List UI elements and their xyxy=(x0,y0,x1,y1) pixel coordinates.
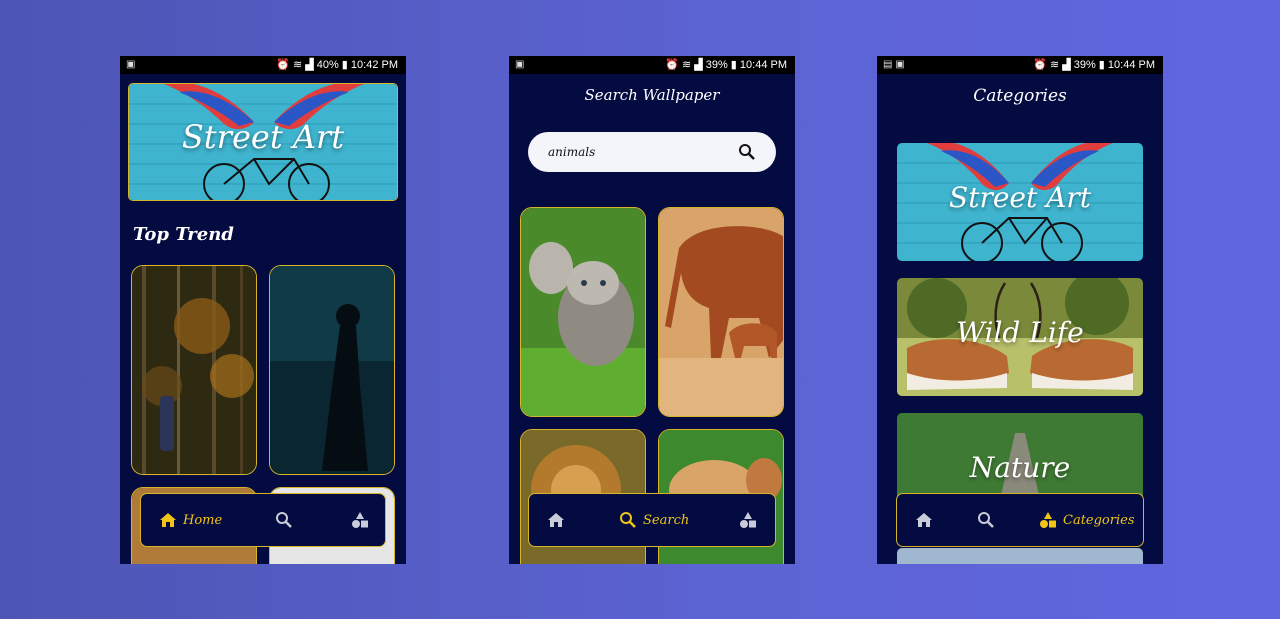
alarm-icon: ⏰ xyxy=(665,59,682,71)
signal-icon: ▟ xyxy=(1062,59,1074,71)
category-card-partial[interactable] xyxy=(897,548,1143,564)
category-card-wild-life[interactable]: Wild Life xyxy=(897,278,1143,396)
wallpaper-thumbnail-forest[interactable] xyxy=(131,265,257,475)
kittens-image xyxy=(521,208,645,416)
status-indicators: ⏰ ≋ ▟ 40% ▮ 10:42 PM xyxy=(276,56,398,74)
sim-icon: ▣ xyxy=(515,59,525,70)
search-icon xyxy=(978,512,994,528)
alarm-icon: ⏰ xyxy=(1033,59,1050,71)
search-icon[interactable] xyxy=(738,143,756,161)
nav-home[interactable] xyxy=(547,508,565,532)
nav-categories[interactable] xyxy=(739,508,757,532)
phone-categories-screen: ▤ ▣ ⏰ ≋ ▟ 39% ▮ 10:44 PM Categories Stre… xyxy=(877,56,1163,564)
bottom-nav-bar: Search xyxy=(528,493,776,547)
alarm-icon: ⏰ xyxy=(276,59,293,71)
categories-icon xyxy=(352,512,368,528)
status-indicators: ⏰ ≋ ▟ 39% ▮ 10:44 PM xyxy=(1033,56,1155,74)
sim-icon: ▣ xyxy=(126,59,136,70)
categories-icon xyxy=(1040,512,1056,528)
search-icon xyxy=(620,512,636,528)
home-icon xyxy=(916,513,932,527)
nav-home[interactable] xyxy=(915,508,933,532)
home-icon xyxy=(160,513,176,527)
nav-search[interactable] xyxy=(275,508,293,532)
nav-search-label: Search xyxy=(643,512,690,528)
image-notification-icon: ▤ ▣ xyxy=(883,59,905,70)
wallpaper-thumbnail-kittens[interactable] xyxy=(520,207,646,417)
nav-home-label: Home xyxy=(183,512,223,528)
wifi-icon: ≋ xyxy=(292,59,306,71)
bottom-nav-bar: Home xyxy=(140,493,386,547)
home-icon xyxy=(548,513,564,527)
wallpaper-thumbnail-silhouette[interactable] xyxy=(269,265,395,475)
search-input[interactable]: animals xyxy=(528,132,776,172)
page-title: Search Wallpaper xyxy=(584,86,720,104)
forest-image xyxy=(132,266,256,474)
nav-categories-label: Categories xyxy=(1063,512,1135,528)
categories-icon xyxy=(740,512,756,528)
silhouette-image xyxy=(270,266,394,474)
status-text: 39% ▮ 10:44 PM xyxy=(705,59,787,71)
category-label: Street Art xyxy=(949,181,1091,214)
status-text: 39% ▮ 10:44 PM xyxy=(1073,59,1155,71)
section-title: Top Trend xyxy=(133,224,234,245)
category-label: Nature xyxy=(969,451,1071,484)
nav-search[interactable] xyxy=(977,508,995,532)
status-bar: ▣ ⏰ ≋ ▟ 40% ▮ 10:42 PM xyxy=(120,56,406,74)
search-input-value: animals xyxy=(548,145,596,159)
status-bar: ▣ ⏰ ≋ ▟ 39% ▮ 10:44 PM xyxy=(509,56,795,74)
phone-search-screen: ▣ ⏰ ≋ ▟ 39% ▮ 10:44 PM Search Wallpaper … xyxy=(509,56,795,564)
nav-categories[interactable]: Categories xyxy=(1039,508,1135,532)
nav-search[interactable]: Search xyxy=(619,508,689,532)
street-art-banner[interactable]: Street Art xyxy=(128,83,398,201)
phone-home-screen: ▣ ⏰ ≋ ▟ 40% ▮ 10:42 PM Street Art Top Tr… xyxy=(120,56,406,564)
nav-categories[interactable] xyxy=(351,508,369,532)
category-image xyxy=(897,548,1143,564)
page-title: Categories xyxy=(973,86,1067,106)
wifi-icon: ≋ xyxy=(1049,59,1063,71)
category-label: Wild Life xyxy=(956,316,1084,349)
search-icon xyxy=(276,512,292,528)
wifi-icon: ≋ xyxy=(681,59,695,71)
banner-label: Street Art xyxy=(181,118,345,156)
status-text: 40% ▮ 10:42 PM xyxy=(316,59,398,71)
wallpaper-thumbnail-elephants[interactable] xyxy=(658,207,784,417)
nav-home[interactable]: Home xyxy=(159,508,222,532)
status-bar: ▤ ▣ ⏰ ≋ ▟ 39% ▮ 10:44 PM xyxy=(877,56,1163,74)
status-indicators: ⏰ ≋ ▟ 39% ▮ 10:44 PM xyxy=(665,56,787,74)
signal-icon: ▟ xyxy=(694,59,706,71)
elephants-image xyxy=(659,208,783,416)
bottom-nav-bar: Categories xyxy=(896,493,1144,547)
category-card-street-art[interactable]: Street Art xyxy=(897,143,1143,261)
signal-icon: ▟ xyxy=(305,59,317,71)
